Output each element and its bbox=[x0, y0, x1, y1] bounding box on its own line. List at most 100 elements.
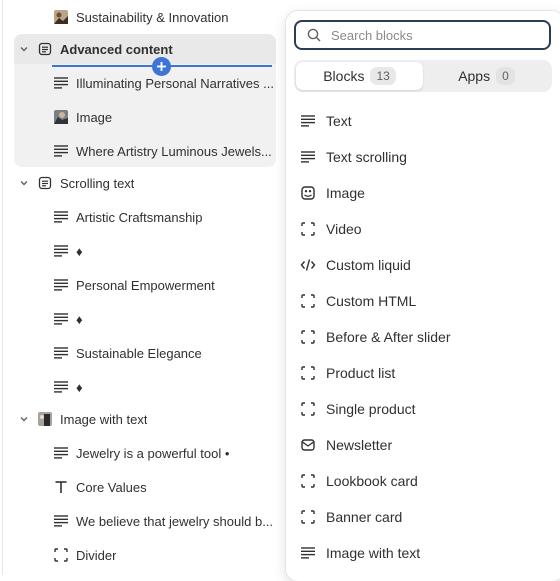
count-badge: 13 bbox=[370, 67, 396, 85]
section-icon bbox=[37, 175, 53, 191]
block-item-before-after-slider[interactable]: Before & After slider bbox=[286, 319, 560, 355]
block-item-label: Video bbox=[326, 221, 362, 237]
dashed-frame-icon bbox=[300, 509, 316, 525]
tree-item-label: Jewelry is a powerful tool • bbox=[76, 445, 230, 461]
tree-item-divider[interactable]: Divider bbox=[53, 538, 116, 572]
text-lines-icon bbox=[53, 379, 69, 395]
block-item-label: Before & After slider bbox=[326, 329, 451, 345]
tab-label: Apps bbox=[458, 68, 491, 84]
block-list: Text Text scrolling Image Video Custom l… bbox=[286, 103, 560, 571]
add-block-popover: Blocks 13 Apps 0 Text Text scrolling bbox=[286, 11, 560, 581]
text-lines-icon bbox=[53, 143, 69, 159]
tree-item-label: Image with text bbox=[60, 411, 148, 427]
block-tabs: Blocks 13 Apps 0 bbox=[294, 60, 552, 92]
section-tree: Sustainability & Innovation Advanced con… bbox=[0, 0, 300, 575]
block-item-single-product[interactable]: Single product bbox=[286, 391, 560, 427]
tree-item-label: We believe that jewelry should b... bbox=[76, 513, 274, 529]
tree-item-label: Sustainable Elegance bbox=[76, 345, 202, 361]
text-lines-icon bbox=[300, 545, 316, 561]
tree-item-where-artistry-luminous[interactable]: Where Artistry Luminous Jewels... bbox=[53, 134, 275, 168]
text-lines-icon bbox=[53, 345, 69, 361]
tree-item-label: Divider bbox=[76, 547, 117, 563]
tree-item-label: Illuminating Personal Narratives ... bbox=[76, 75, 274, 91]
tree-item-label: Sustainability & Innovation bbox=[76, 9, 229, 25]
section-icon bbox=[37, 41, 53, 57]
text-lines-icon bbox=[53, 243, 69, 259]
tree-item-label: Personal Empowerment bbox=[76, 277, 215, 293]
chevron-down-icon[interactable] bbox=[18, 413, 30, 425]
block-item-label: Banner card bbox=[326, 509, 403, 525]
image-thumb-icon bbox=[53, 9, 69, 25]
text-lines-icon bbox=[53, 209, 69, 225]
search-icon bbox=[307, 28, 321, 42]
block-item-label: Image with text bbox=[326, 545, 421, 561]
tree-section-image-with-text[interactable]: Image with text bbox=[37, 402, 147, 436]
tree-item-sustainability-innovation[interactable]: Sustainability & Innovation bbox=[53, 0, 228, 34]
block-item-label: Custom HTML bbox=[326, 293, 417, 309]
tree-item-label: Advanced content bbox=[60, 41, 173, 57]
block-item-product-list[interactable]: Product list bbox=[286, 355, 560, 391]
image-thumb-icon bbox=[37, 411, 53, 427]
dashed-frame-icon bbox=[300, 329, 316, 345]
text-lines-icon bbox=[53, 311, 69, 327]
tree-item-label: Scrolling text bbox=[60, 175, 135, 191]
search-box[interactable] bbox=[294, 20, 551, 50]
tree-item-illuminating-personal-narratives[interactable]: Illuminating Personal Narratives ... bbox=[53, 66, 275, 100]
tree-item-sustainable-elegance[interactable]: Sustainable Elegance bbox=[53, 336, 202, 370]
dashed-frame-icon bbox=[300, 221, 316, 237]
tree-item-label: Where Artistry Luminous Jewels... bbox=[76, 143, 272, 159]
block-item-label: Text bbox=[326, 113, 352, 129]
text-lines-icon bbox=[53, 277, 69, 293]
block-item-text[interactable]: Text bbox=[286, 103, 560, 139]
tree-item-label: Core Values bbox=[76, 479, 147, 495]
text-lines-icon bbox=[53, 75, 69, 91]
tree-item-core-values[interactable]: Core Values bbox=[53, 470, 147, 504]
tab-label: Blocks bbox=[323, 68, 365, 84]
block-item-image-with-text[interactable]: Image with text bbox=[286, 535, 560, 571]
block-item-text-scrolling[interactable]: Text scrolling bbox=[286, 139, 560, 175]
dashed-frame-icon bbox=[300, 293, 316, 309]
block-item-label: Single product bbox=[326, 401, 416, 417]
tree-item-label: ♦ bbox=[76, 379, 83, 395]
text-lines-icon bbox=[53, 445, 69, 461]
tree-item-jewelry-powerful-tool[interactable]: Jewelry is a powerful tool • bbox=[53, 436, 229, 470]
envelope-icon bbox=[300, 437, 316, 453]
tree-item-we-believe-jewelry[interactable]: We believe that jewelry should b... bbox=[53, 504, 275, 538]
search-input[interactable] bbox=[331, 27, 531, 43]
chevron-down-icon[interactable] bbox=[18, 43, 30, 55]
tree-item-diamond-separator[interactable]: ♦ bbox=[53, 370, 83, 404]
block-item-label: Lookbook card bbox=[326, 473, 418, 489]
tree-item-diamond-separator[interactable]: ♦ bbox=[53, 302, 83, 336]
tree-item-artistic-craftsmanship[interactable]: Artistic Craftsmanship bbox=[53, 200, 202, 234]
image-thumb-icon bbox=[53, 109, 69, 125]
block-item-custom-html[interactable]: Custom HTML bbox=[286, 283, 560, 319]
block-item-video[interactable]: Video bbox=[286, 211, 560, 247]
dashed-frame-icon bbox=[300, 401, 316, 417]
tree-section-scrolling-text[interactable]: Scrolling text bbox=[37, 166, 134, 200]
tree-edge-divider bbox=[2, 0, 3, 575]
tree-item-image[interactable]: Image bbox=[53, 100, 112, 134]
tab-blocks[interactable]: Blocks 13 bbox=[296, 62, 423, 90]
block-item-newsletter[interactable]: Newsletter bbox=[286, 427, 560, 463]
text-lines-icon bbox=[300, 113, 316, 129]
block-item-image[interactable]: Image bbox=[286, 175, 560, 211]
block-item-label: Product list bbox=[326, 365, 396, 381]
tree-item-label: ♦ bbox=[76, 311, 83, 327]
chevron-down-icon[interactable] bbox=[18, 177, 30, 189]
image-icon bbox=[300, 185, 316, 201]
heading-t-icon bbox=[53, 479, 69, 495]
count-badge: 0 bbox=[496, 67, 515, 85]
block-item-banner-card[interactable]: Banner card bbox=[286, 499, 560, 535]
dashed-frame-icon bbox=[300, 365, 316, 381]
tab-apps[interactable]: Apps 0 bbox=[423, 62, 550, 90]
block-item-lookbook-card[interactable]: Lookbook card bbox=[286, 463, 560, 499]
tree-item-diamond-separator[interactable]: ♦ bbox=[53, 234, 83, 268]
tree-item-label: ♦ bbox=[76, 243, 83, 259]
text-lines-icon bbox=[300, 149, 316, 165]
tree-item-personal-empowerment[interactable]: Personal Empowerment bbox=[53, 268, 215, 302]
block-item-custom-liquid[interactable]: Custom liquid bbox=[286, 247, 560, 283]
code-icon bbox=[300, 257, 316, 273]
dashed-frame-icon bbox=[300, 473, 316, 489]
block-item-label: Custom liquid bbox=[326, 257, 411, 273]
tree-item-label: Image bbox=[76, 109, 113, 125]
